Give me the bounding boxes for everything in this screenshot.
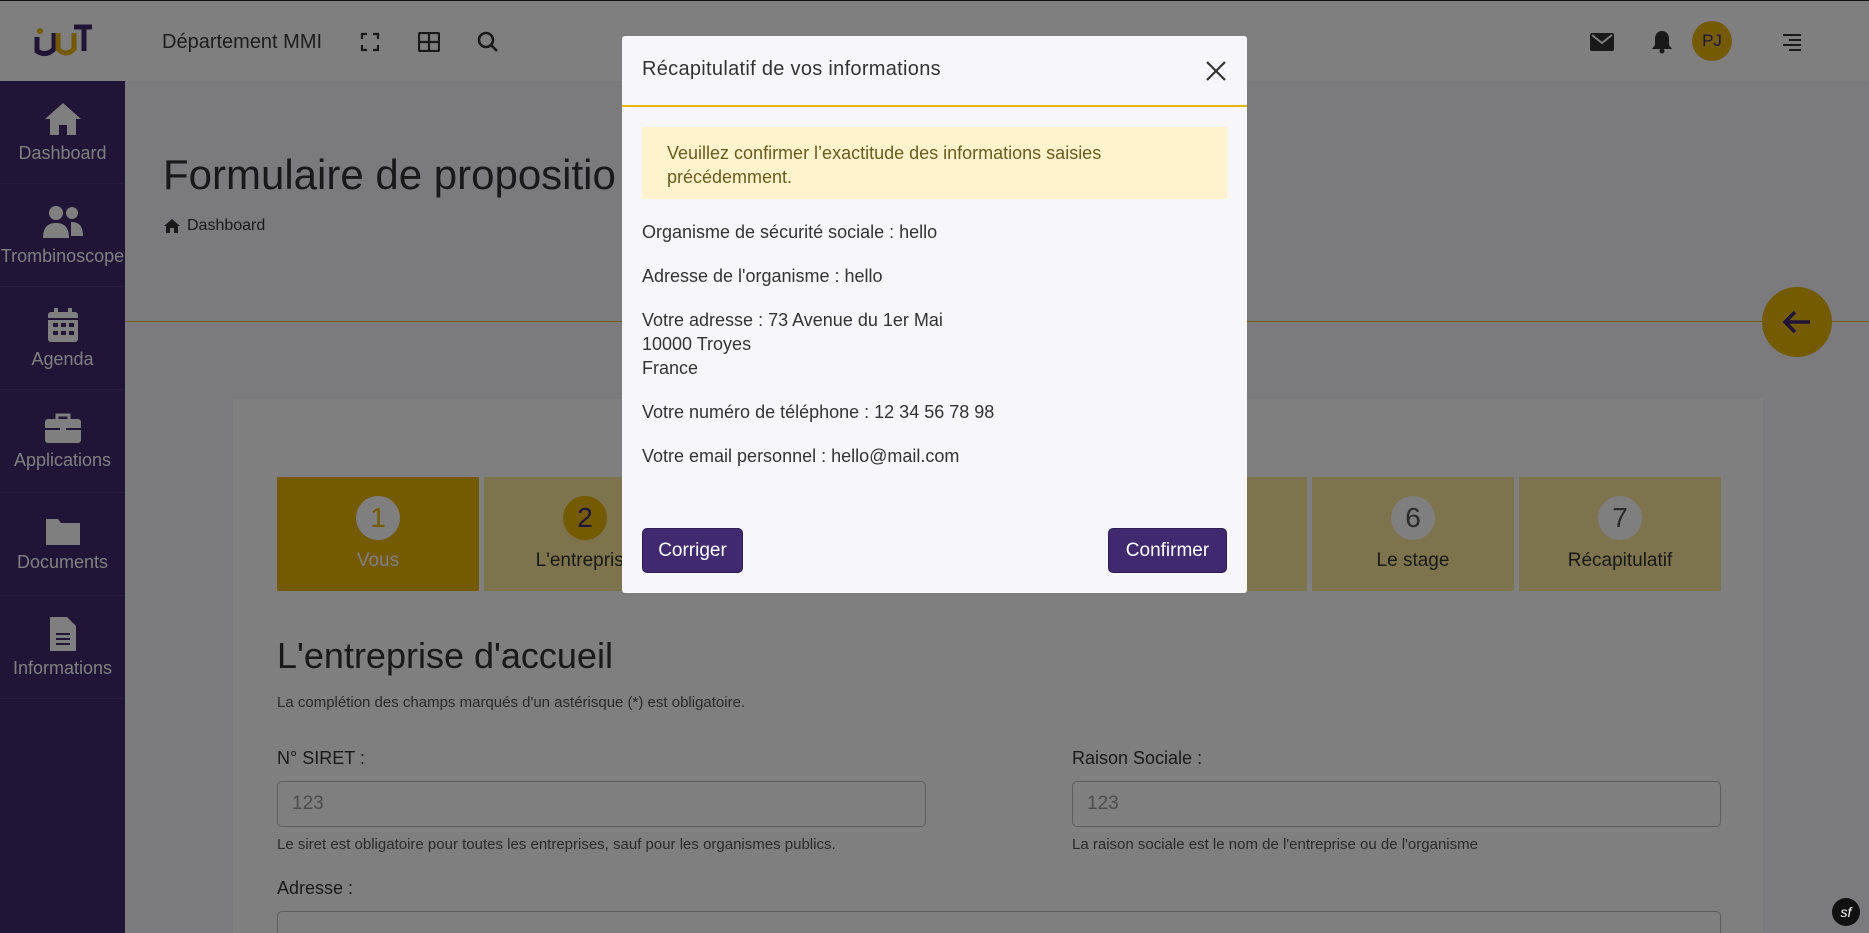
telephone-info: Votre numéro de téléphone : 12 34 56 78 …: [642, 402, 995, 422]
adresse-line: France: [642, 358, 699, 378]
confirmer-button[interactable]: Confirmer: [1108, 528, 1227, 573]
email-info: Votre email personnel : hello@mail.com: [642, 446, 960, 466]
adresse-info: Votre adresse : 73 Avenue du 1er Mai 100…: [642, 308, 943, 380]
confirmation-alert: Veuillez confirmer l’exactitude des info…: [642, 127, 1227, 199]
adresse-organisme-info: Adresse de l'organisme : hello: [642, 266, 883, 286]
organisme-info: Organisme de sécurité sociale : hello: [642, 222, 938, 242]
recap-modal: Récapitulatif de vos informations Veuill…: [622, 36, 1247, 593]
modal-title: Récapitulatif de vos informations: [642, 58, 941, 80]
adresse-line: Votre adresse : 73 Avenue du 1er Mai: [642, 310, 943, 330]
symfony-toolbar-icon[interactable]: sf: [1832, 898, 1860, 926]
corriger-button[interactable]: Corriger: [642, 528, 743, 573]
modal-header: Récapitulatif de vos informations: [622, 36, 1247, 107]
close-icon[interactable]: [1203, 58, 1229, 84]
adresse-line: 10000 Troyes: [642, 334, 752, 354]
